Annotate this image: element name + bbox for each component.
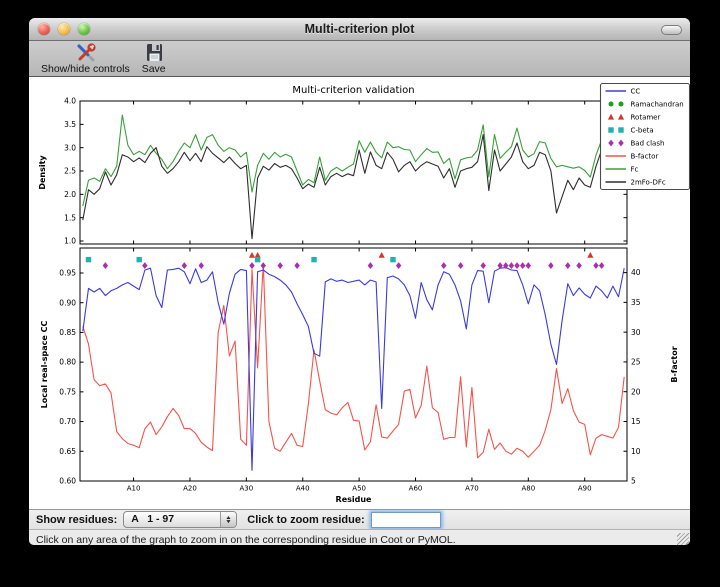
svg-text:Density: Density bbox=[38, 155, 47, 190]
svg-text:0.70: 0.70 bbox=[59, 417, 76, 426]
window-title: Multi-criterion plot bbox=[29, 18, 690, 40]
svg-text:40: 40 bbox=[631, 268, 641, 277]
svg-text:A70: A70 bbox=[465, 485, 479, 493]
toolbar-item-label: Show/hide controls bbox=[41, 63, 130, 75]
svg-text:Ramachandran: Ramachandran bbox=[631, 101, 684, 109]
svg-text:Residue: Residue bbox=[336, 495, 373, 504]
stepper-icon[interactable]: ▲▼ bbox=[220, 512, 236, 527]
plot-canvas: Multi-criterion validation A10 A20 A30 A40 A5… bbox=[29, 77, 690, 509]
titlebar[interactable]: Multi-criterion plot bbox=[29, 18, 690, 41]
save-button[interactable]: Save bbox=[136, 41, 172, 75]
zoom-residue-label: Click to zoom residue: bbox=[247, 514, 364, 526]
svg-text:A50: A50 bbox=[352, 485, 366, 493]
svg-text:10: 10 bbox=[631, 447, 641, 456]
status-bar: Click on any area of the graph to zoom i… bbox=[29, 529, 690, 545]
svg-text:0.75: 0.75 bbox=[59, 387, 76, 396]
tools-icon bbox=[74, 42, 97, 64]
save-icon bbox=[143, 42, 165, 64]
multi-criterion-plot-window: Multi-criterion plot Show/hide controls bbox=[29, 18, 690, 545]
toolbar-item-label: Save bbox=[142, 63, 166, 75]
zoom-residue-input[interactable] bbox=[371, 512, 441, 528]
svg-text:A80: A80 bbox=[521, 485, 535, 493]
svg-text:0.60: 0.60 bbox=[59, 477, 76, 486]
status-message: Click on any area of the graph to zoom i… bbox=[29, 532, 456, 545]
svg-text:3.0: 3.0 bbox=[64, 143, 76, 152]
svg-text:20: 20 bbox=[631, 387, 641, 396]
svg-text:2mFo-DFc: 2mFo-DFc bbox=[631, 179, 666, 187]
svg-text:3.5: 3.5 bbox=[64, 120, 76, 129]
svg-text:A90: A90 bbox=[578, 485, 592, 493]
svg-text:2.0: 2.0 bbox=[64, 190, 76, 199]
svg-text:Fc: Fc bbox=[631, 166, 639, 174]
svg-text:2.5: 2.5 bbox=[64, 167, 76, 176]
residue-range-select[interactable]: A 1 - 97 ▲▼ bbox=[123, 511, 237, 528]
svg-text:Bad clash: Bad clash bbox=[631, 140, 665, 148]
svg-text:0.65: 0.65 bbox=[59, 447, 76, 456]
svg-text:A10: A10 bbox=[127, 485, 141, 493]
svg-text:Rotamer: Rotamer bbox=[631, 114, 661, 122]
validation-plot[interactable]: Multi-criterion validation A10 A20 A30 A40 A5… bbox=[29, 77, 690, 509]
svg-text:30: 30 bbox=[631, 328, 641, 337]
toolbar-toggle-button[interactable] bbox=[661, 25, 682, 35]
svg-text:Local real-space CC: Local real-space CC bbox=[40, 321, 49, 409]
svg-text:Multi-criterion validation: Multi-criterion validation bbox=[292, 85, 414, 96]
svg-text:35: 35 bbox=[631, 298, 641, 307]
svg-text:25: 25 bbox=[631, 358, 641, 367]
show-hide-controls-button[interactable]: Show/hide controls bbox=[35, 41, 136, 75]
svg-text:1.5: 1.5 bbox=[64, 213, 76, 222]
svg-text:15: 15 bbox=[631, 417, 641, 426]
show-residues-label: Show residues: bbox=[36, 514, 117, 526]
svg-text:1.0: 1.0 bbox=[64, 237, 76, 246]
resize-grip[interactable] bbox=[677, 533, 689, 545]
svg-text:A60: A60 bbox=[409, 485, 423, 493]
svg-text:4.0: 4.0 bbox=[64, 97, 76, 106]
svg-text:CC: CC bbox=[631, 88, 641, 96]
svg-text:A30: A30 bbox=[240, 485, 254, 493]
svg-text:0.95: 0.95 bbox=[59, 269, 76, 278]
svg-text:B-factor: B-factor bbox=[631, 153, 659, 161]
svg-text:A40: A40 bbox=[296, 485, 310, 493]
svg-text:5: 5 bbox=[631, 477, 636, 486]
svg-text:C-beta: C-beta bbox=[631, 127, 654, 135]
svg-text:B-factor: B-factor bbox=[670, 346, 679, 382]
svg-text:0.85: 0.85 bbox=[59, 328, 76, 337]
residue-range-value: A 1 - 97 bbox=[124, 512, 220, 527]
svg-text:0.80: 0.80 bbox=[59, 358, 76, 367]
svg-text:0.90: 0.90 bbox=[59, 298, 76, 307]
svg-text:A20: A20 bbox=[183, 485, 197, 493]
controls-bar: Show residues: A 1 - 97 ▲▼ Click to zoom… bbox=[29, 509, 690, 529]
toolbar: Show/hide controls Save bbox=[29, 41, 690, 77]
